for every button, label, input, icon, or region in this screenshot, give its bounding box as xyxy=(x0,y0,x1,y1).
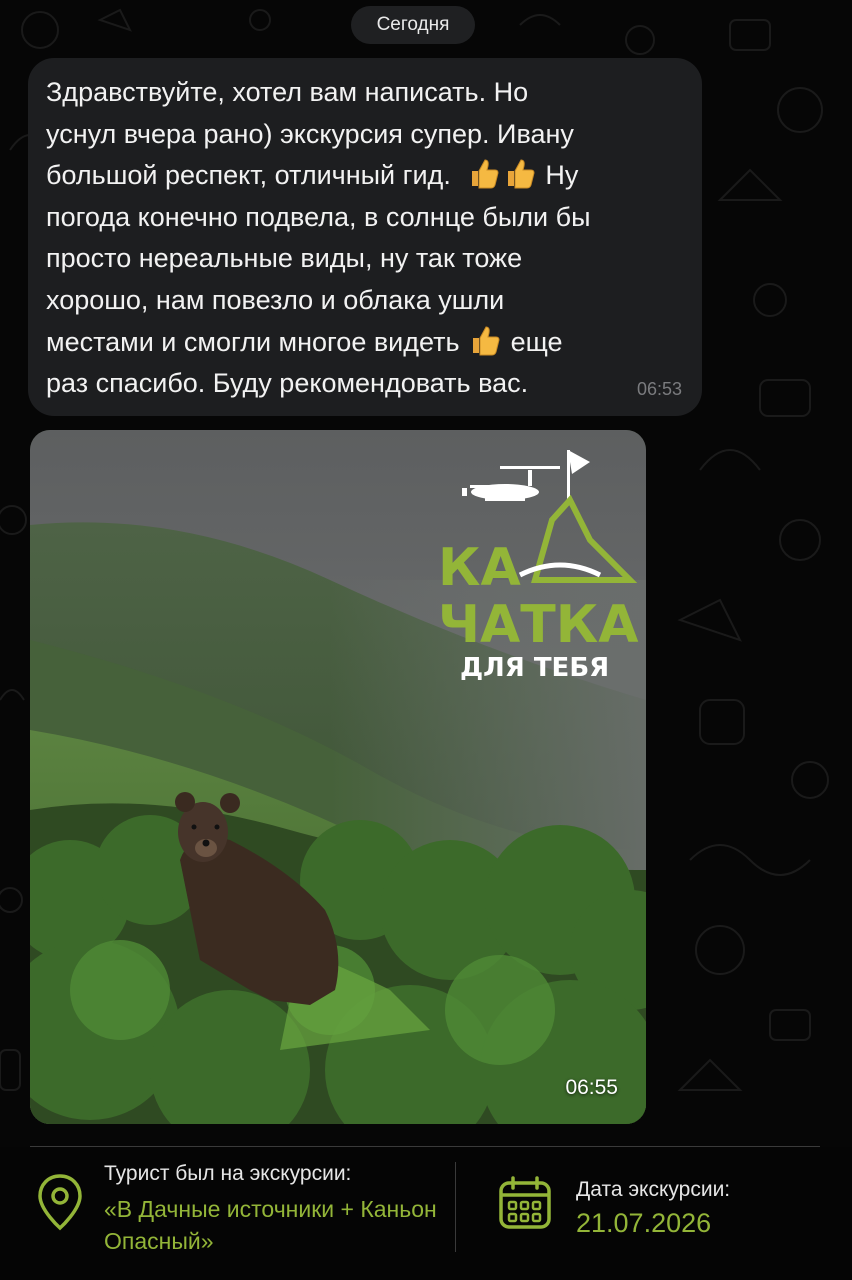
message-time: 06:53 xyxy=(636,379,682,399)
message-line-part: местами и смогли многое видеть xyxy=(46,326,460,357)
message-line-part: еще xyxy=(510,326,563,357)
tour-label: Турист был на экскурсии: xyxy=(104,1162,352,1185)
date-separator: Сегодня xyxy=(351,6,475,44)
calendar-icon xyxy=(499,1176,551,1229)
chat-background: Сегодня Здравствуйте, хотел вам написать… xyxy=(0,0,852,1280)
message-line: Здравствуйте, хотел вам написать. Но xyxy=(46,77,529,107)
message-line: большой респект, отличный гид. Ну xyxy=(46,155,696,197)
location-pin-icon xyxy=(38,1174,82,1231)
logo-text-line3: ДЛЯ ТЕБЯ xyxy=(460,653,609,683)
thumbs-up-emoji-icon xyxy=(471,159,499,189)
tour-name: «В Дачные источники + Каньон Опасный» xyxy=(104,1196,437,1254)
message-line: просто нереальные виды, ну так тоже xyxy=(46,243,523,274)
message-line-part: Ну xyxy=(545,160,579,191)
date-value: 21.07.2026 xyxy=(576,1208,712,1238)
message-line: погода конечно подвела, в солнце были бы xyxy=(46,201,591,232)
message-text: Здравствуйте, хотел вам написать. Но усн… xyxy=(46,72,696,405)
message-line: раз спасибо. Буду рекомендовать вас. xyxy=(46,368,529,399)
thumbs-up-emoji-icon xyxy=(473,326,500,356)
vertical-separator xyxy=(455,1162,456,1252)
message-line: уснул вчера рано) экскурсия супер. Ивану xyxy=(46,118,574,149)
photo-time: 06:55 xyxy=(565,1076,618,1099)
bear-landscape-image: КА ЧАТКА ДЛЯ ТЕБЯ xyxy=(30,430,646,1124)
message-bubble[interactable]: Здравствуйте, хотел вам написать. Но усн… xyxy=(28,58,702,416)
thumbs-up-emoji-icon xyxy=(507,159,535,189)
photo-message[interactable]: КА ЧАТКА ДЛЯ ТЕБЯ 06:55 xyxy=(30,430,646,1124)
message-line: хорошо, нам повезло и облака ушли xyxy=(46,284,505,315)
logo-text-line2: ЧАТКА xyxy=(438,595,638,655)
message-line: местами и смогли многое видеть еще xyxy=(46,322,696,364)
date-label: Дата экскурсии: xyxy=(576,1178,731,1201)
message-line-part: большой респект, отличный гид. xyxy=(46,160,451,191)
logo-text-line1: КА xyxy=(438,538,521,598)
